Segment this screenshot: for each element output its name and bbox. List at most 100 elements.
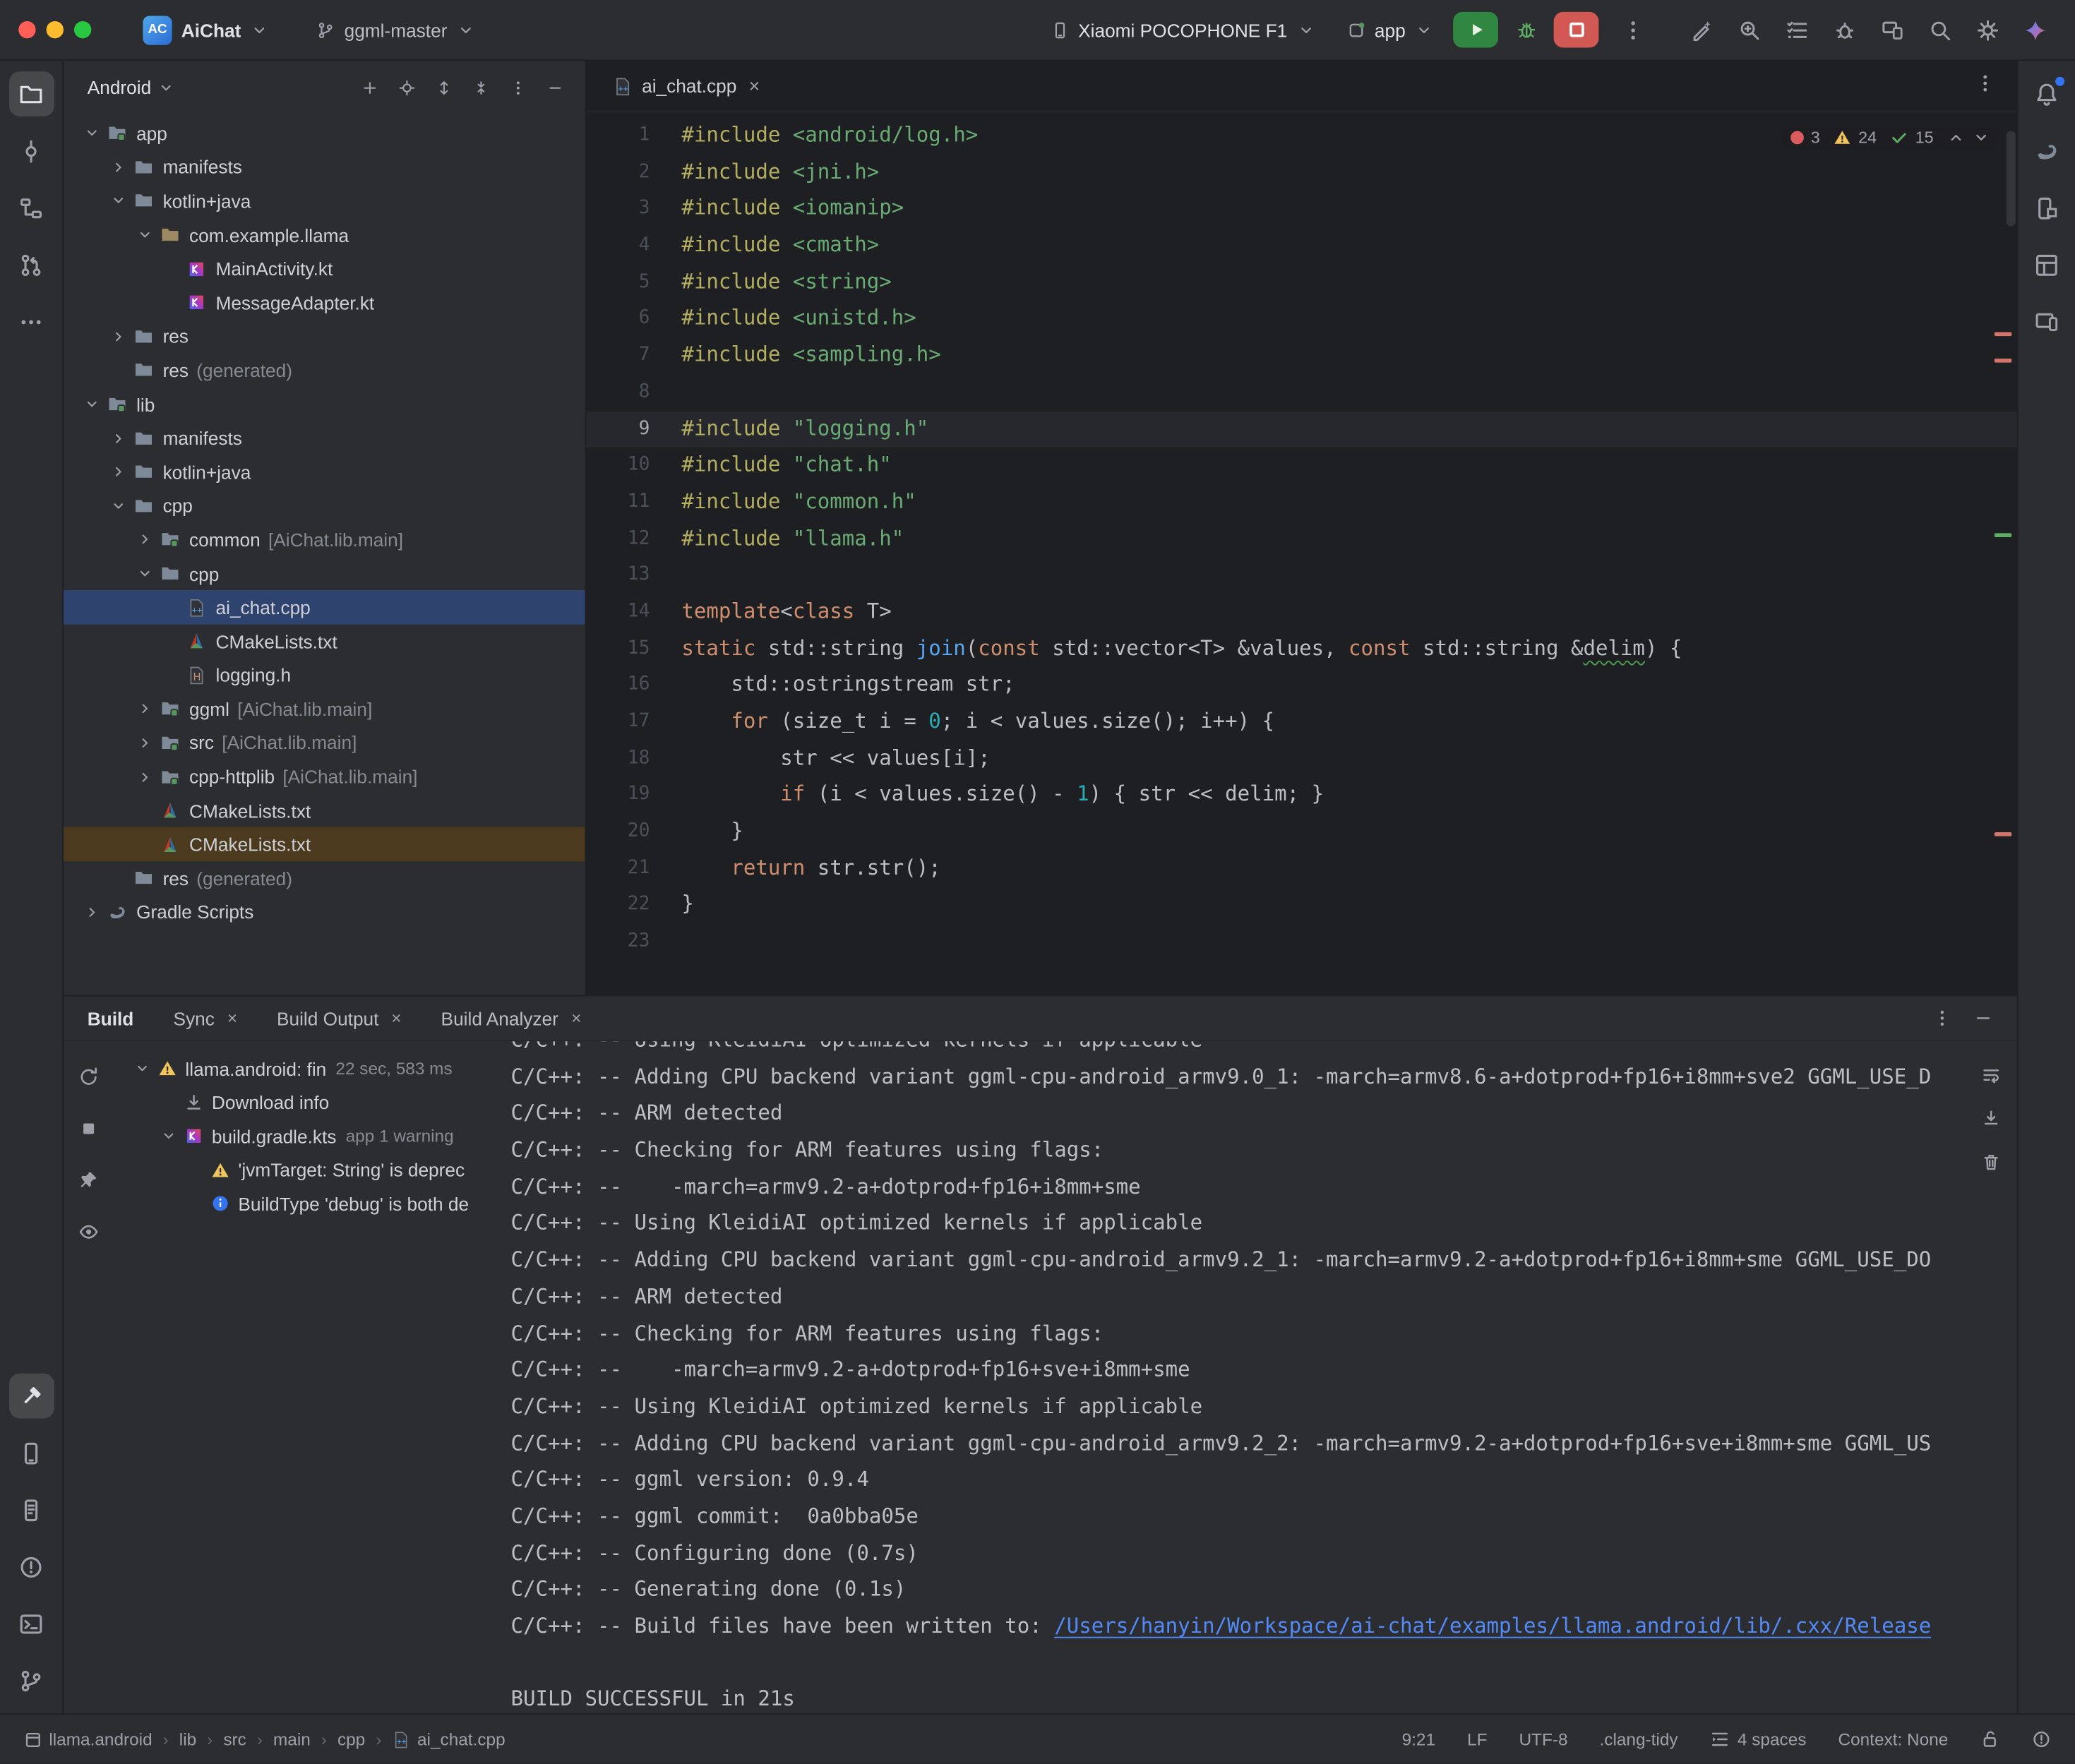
close-tab-icon[interactable] <box>746 78 761 94</box>
plus-button[interactable] <box>352 70 387 104</box>
build-tab-build-output[interactable]: Build Output <box>277 1007 404 1028</box>
code-line-16[interactable]: 16 std::ostringstream str; <box>586 667 2016 704</box>
tree-item-cpp-httplib[interactable]: cpp-httplib[AiChat.lib.main] <box>64 760 585 793</box>
editor-scrollbar[interactable] <box>2007 131 2016 227</box>
tree-item-manifests[interactable]: manifests <box>64 150 585 184</box>
stop-button[interactable] <box>1554 12 1599 48</box>
code-line-5[interactable]: 5#include <string> <box>586 264 2016 301</box>
logcat-tool-button[interactable] <box>8 1487 54 1532</box>
status-status-circle[interactable] <box>2031 1729 2051 1749</box>
collapse-all-button[interactable] <box>463 70 498 104</box>
code-line-2[interactable]: 2#include <jni.h> <box>586 155 2016 191</box>
build-tab-sync[interactable]: Sync <box>174 1007 240 1028</box>
chevron-right-icon[interactable] <box>132 700 156 717</box>
project-view-selector[interactable]: Android <box>88 77 151 98</box>
breadcrumb-src[interactable]: src <box>223 1729 246 1749</box>
chevron-right-icon[interactable] <box>106 328 130 345</box>
code-line-10[interactable]: 10#include "chat.h" <box>586 448 2016 484</box>
chevron-down-icon[interactable] <box>156 1128 180 1145</box>
code-line-21[interactable]: 21 return str.str(); <box>586 851 2016 887</box>
ai-actions-button[interactable] <box>1681 8 1723 51</box>
breadcrumb-lib[interactable]: lib <box>179 1729 196 1749</box>
status-context-none[interactable]: Context: None <box>1838 1729 1948 1749</box>
inspections-widget[interactable]: 3 24 15 <box>1783 126 1998 150</box>
chevron-right-icon[interactable] <box>132 531 156 548</box>
status-clang-tidy[interactable]: .clang-tidy <box>1600 1729 1678 1749</box>
editor-tab-ai-chat-cpp[interactable]: ++ ai_chat.cpp <box>597 61 777 111</box>
kebab-button[interactable] <box>501 70 535 104</box>
tree-item-ai-chat-cpp[interactable]: ++ai_chat.cpp <box>64 591 585 625</box>
tree-item-mainactivity-kt[interactable]: MainActivity.kt <box>64 252 585 286</box>
terminal-tool-button[interactable] <box>8 1601 54 1646</box>
tree-item-manifests[interactable]: manifests <box>64 421 585 455</box>
code-line-12[interactable]: 12#include "llama.h" <box>586 521 2016 558</box>
device-selector[interactable]: Xiaomi POCOPHONE F1 <box>1039 14 1327 46</box>
code-line-15[interactable]: 15static std::string join(const std::vec… <box>586 630 2016 667</box>
soft-wrap-button[interactable] <box>1981 1065 2001 1091</box>
pull-requests-tool-button[interactable] <box>8 242 54 287</box>
tree-item-com-example-llama[interactable]: com.example.llama <box>64 218 585 252</box>
code-line-20[interactable]: 20 } <box>586 814 2016 851</box>
code-line-14[interactable]: 14template<class T> <box>586 594 2016 631</box>
code-line-6[interactable]: 6#include <unistd.h> <box>586 301 2016 337</box>
chevron-down-icon[interactable] <box>132 565 156 582</box>
chevron-down-icon[interactable] <box>130 1060 154 1077</box>
next-issue-icon[interactable] <box>1972 128 1990 147</box>
run-button[interactable] <box>1453 12 1498 48</box>
tree-item-cpp[interactable]: cpp <box>64 489 585 523</box>
editor-options-icon[interactable] <box>1975 72 1996 93</box>
tree-item-download-info[interactable]: Download info <box>114 1086 498 1120</box>
chevron-right-icon[interactable] <box>106 159 130 176</box>
console-link[interactable]: /Users/hanyin/Workspace/ai-chat/examples… <box>1054 1614 1931 1638</box>
vcs-branch-selector[interactable]: ggml-master <box>304 14 486 46</box>
tree-item-jvmtarget-string-is-deprec[interactable]: 'jvmTarget: String' is deprec <box>114 1153 498 1187</box>
tree-item-buildtype-debug-is-both-de[interactable]: BuildType 'debug' is both de <box>114 1187 498 1220</box>
tree-item-logging-h[interactable]: Hlogging.h <box>64 659 585 692</box>
running-devices-tool-button[interactable] <box>2024 299 2069 344</box>
problems-tool-button[interactable] <box>8 1544 54 1590</box>
tree-item-llama-android-fin[interactable]: llama.android: fin22 sec, 583 ms <box>114 1052 498 1086</box>
debug-extra-button[interactable] <box>1824 8 1866 51</box>
tree-item-res[interactable]: res(generated) <box>64 354 585 388</box>
status-4-spaces[interactable]: 4 spaces <box>1710 1729 1807 1749</box>
structure-tool-button[interactable] <box>8 185 54 230</box>
code-line-17[interactable]: 17 for (size_t i = 0; i < values.size();… <box>586 704 2016 740</box>
status-lf[interactable]: LF <box>1467 1729 1487 1749</box>
close-window-button[interactable] <box>18 21 35 38</box>
code-line-9[interactable]: 9#include "logging.h" <box>586 411 2016 448</box>
chevron-right-icon[interactable] <box>79 904 103 920</box>
stop-square-button[interactable] <box>71 1112 106 1146</box>
chevron-right-icon[interactable] <box>132 734 156 751</box>
close-tab-icon[interactable] <box>225 1011 240 1026</box>
code-line-11[interactable]: 11#include "common.h" <box>586 484 2016 521</box>
tree-item-app[interactable]: app <box>64 116 585 150</box>
code-line-23[interactable]: 23 <box>586 924 2016 961</box>
minimize-window-button[interactable] <box>47 21 64 38</box>
tree-item-messageadapter-kt[interactable]: MessageAdapter.kt <box>64 286 585 320</box>
pin-button[interactable] <box>71 1163 106 1198</box>
tree-item-res[interactable]: res <box>64 320 585 354</box>
breadcrumb-llama-android[interactable]: llama.android <box>24 1729 153 1749</box>
layout-inspector-tool-button[interactable] <box>2024 242 2069 287</box>
breadcrumb-ai-chat-cpp[interactable]: ++ai_chat.cpp <box>392 1729 505 1749</box>
clear-button[interactable] <box>1981 1153 2001 1179</box>
tree-item-res[interactable]: res(generated) <box>64 861 585 895</box>
scroll-end-button[interactable] <box>1981 1109 2001 1135</box>
refresh-button[interactable] <box>71 1060 106 1094</box>
gradle-tool-button[interactable] <box>2024 128 2069 174</box>
chevron-down-icon[interactable] <box>79 125 103 142</box>
tree-item-kotlin-java[interactable]: kotlin+java <box>64 455 585 489</box>
tree-item-gradle-scripts[interactable]: Gradle Scripts <box>64 895 585 929</box>
previous-issue-icon[interactable] <box>1947 128 1965 147</box>
debug-button[interactable] <box>1506 12 1545 48</box>
tree-item-cmakelists-txt[interactable]: CMakeLists.txt <box>64 625 585 659</box>
more-run-options-button[interactable] <box>1612 8 1654 51</box>
tree-item-ggml[interactable]: ggml[AiChat.lib.main] <box>64 692 585 726</box>
hide-button[interactable] <box>537 70 572 104</box>
breadcrumb-main[interactable]: main <box>273 1729 311 1749</box>
tree-item-src[interactable]: src[AiChat.lib.main] <box>64 726 585 760</box>
locate-button[interactable] <box>389 70 424 104</box>
device-manager-tool-button[interactable] <box>8 1430 54 1475</box>
zoom-window-button[interactable] <box>74 21 91 38</box>
code-line-8[interactable]: 8 <box>586 374 2016 411</box>
